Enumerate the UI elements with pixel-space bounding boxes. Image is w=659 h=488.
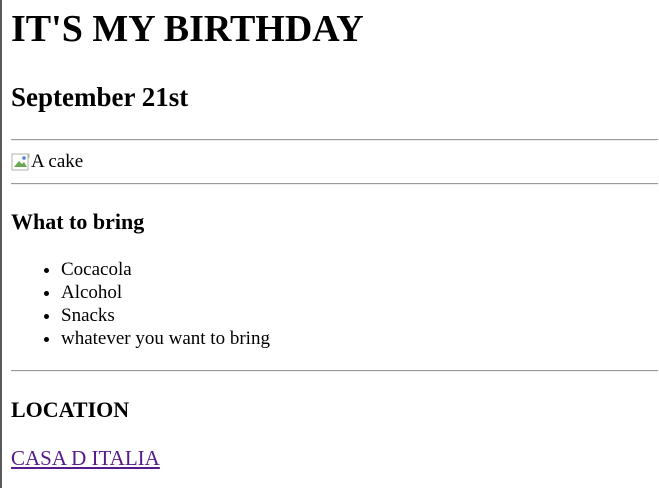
location-link[interactable]: CASA D ITALIA <box>11 446 160 470</box>
list-item: whatever you want to bring <box>61 327 270 350</box>
cake-image: A cake <box>11 151 83 173</box>
list-item: Cocacola <box>61 258 270 281</box>
list-item: Snacks <box>61 304 270 327</box>
page-title: IT'S MY BIRTHDAY <box>11 8 364 50</box>
event-date: September 21st <box>11 82 189 112</box>
divider <box>11 370 658 372</box>
divider <box>11 183 658 185</box>
window-left-border <box>0 0 2 488</box>
divider <box>11 139 658 141</box>
cake-image-alt-text: A cake <box>31 151 84 172</box>
what-to-bring-heading: What to bring <box>11 209 145 234</box>
location-heading: LOCATION <box>11 397 130 422</box>
broken-image-icon <box>11 152 31 172</box>
list-item: Alcohol <box>61 281 270 304</box>
bring-list: Cocacola Alcohol Snacks whatever you wan… <box>11 258 270 350</box>
